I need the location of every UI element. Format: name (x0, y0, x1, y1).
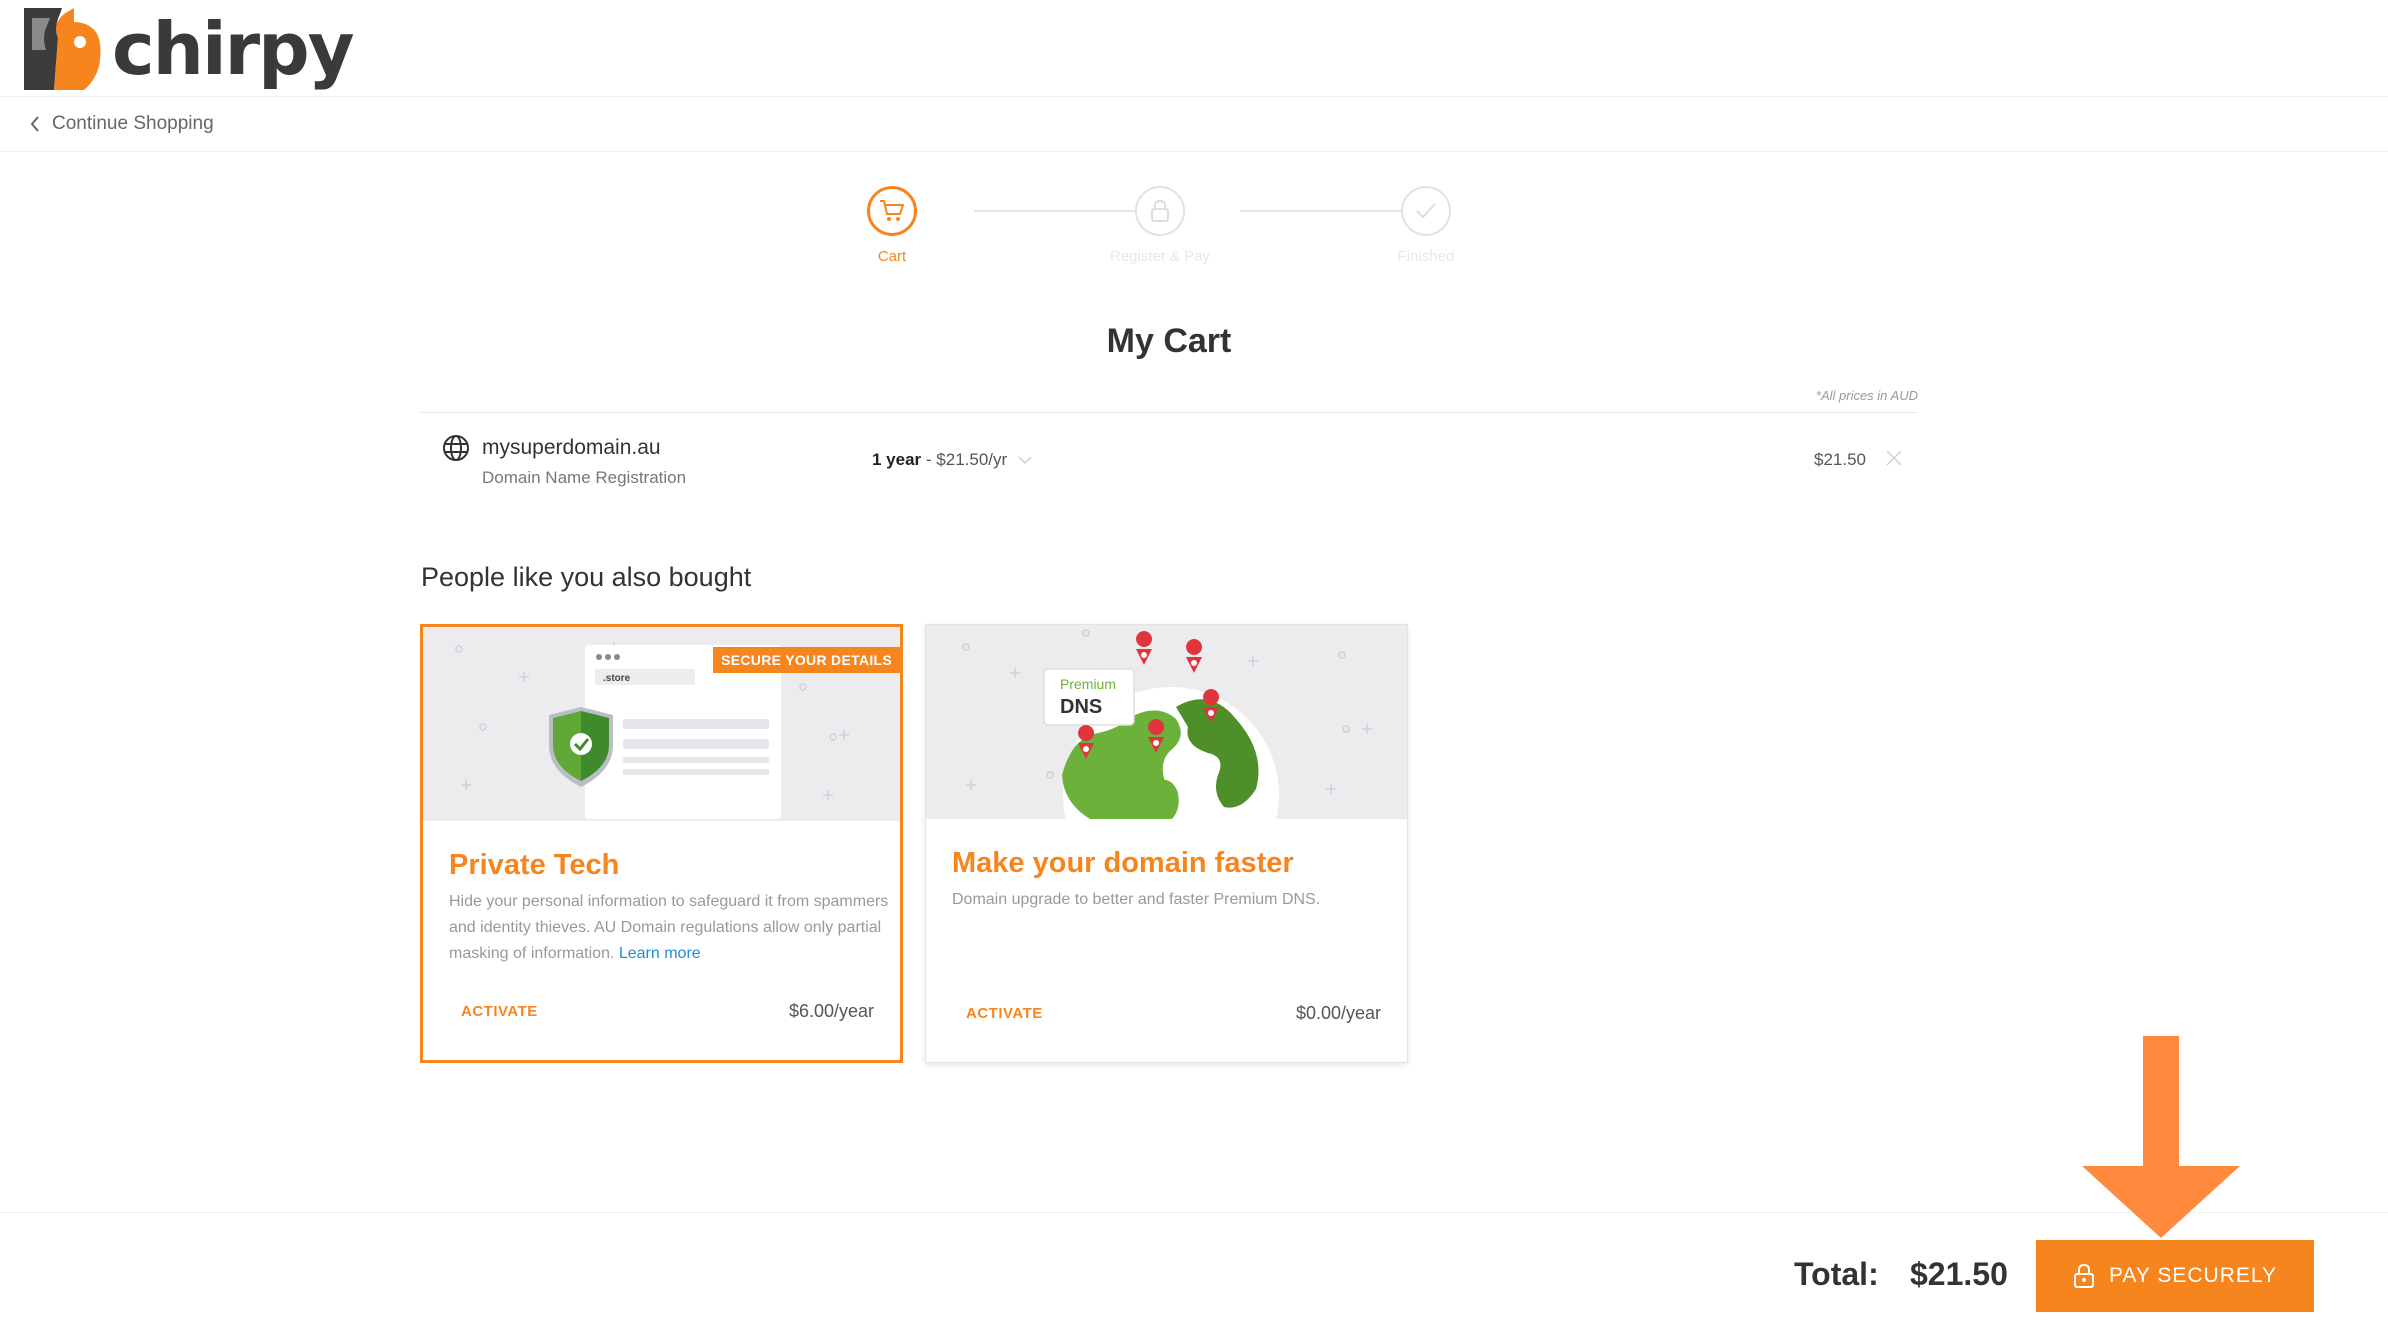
remove-item-close-icon[interactable] (1884, 448, 1904, 468)
continue-shopping-link[interactable]: Continue Shopping (30, 97, 214, 151)
step-finished-circle (1401, 186, 1451, 236)
globe-map-pins-illustration: Premium DNS (962, 629, 1372, 819)
pay-securely-button[interactable]: PAY SECURELY (2036, 1240, 2314, 1312)
card-title: Private Tech (449, 849, 620, 881)
period-value: 1 year (872, 450, 922, 469)
store-label: .store (603, 673, 631, 684)
prices-note: *All prices in AUD (1815, 388, 1918, 403)
period-rate: - $21.50/yr (921, 450, 1008, 469)
footer-divider (0, 1212, 2388, 1213)
header: chirpy (0, 0, 2388, 97)
card-description: Domain upgrade to better and faster Prem… (952, 891, 1321, 908)
cart-item: mysuperdomain.au Domain Name Registratio… (420, 414, 1918, 502)
arrow-down-icon (2082, 1036, 2240, 1238)
subnav-bar: Continue Shopping (0, 97, 2388, 152)
period-select[interactable]: 1 year - $21.50/yr (872, 450, 1033, 470)
activate-private-tech-button[interactable]: ACTIVATE (461, 1003, 538, 1020)
step-register-pay: Register & Pay (1080, 186, 1240, 265)
divider (420, 412, 1918, 413)
step-label: Finished (1397, 248, 1455, 265)
pay-securely-label: PAY SECURELY (2108, 1264, 2277, 1287)
cart-icon (880, 200, 904, 221)
activate-premium-dns-button[interactable]: ACTIVATE (966, 1005, 1043, 1022)
lock-icon (2073, 1263, 2094, 1288)
total-label: Total: (1794, 1256, 1879, 1292)
globe-icon (443, 435, 469, 461)
step-cart-circle (867, 186, 917, 236)
dns-illustration: Premium DNS (926, 625, 1407, 819)
chirpy-bird-logo-icon (24, 8, 101, 90)
page-title: My Cart (1106, 322, 1232, 360)
premium-label: Premium (1060, 676, 1116, 692)
brand-name: chirpy (112, 7, 355, 91)
upsell-card-private-tech[interactable]: .store SECURE YOUR DETAILS Private Tech … (420, 624, 903, 1063)
card-title: Make your domain faster (952, 847, 1294, 879)
upsell-card-premium-dns[interactable]: Premium DNS Make your domain faster Doma… (925, 624, 1408, 1063)
step-label: Register & Pay (1109, 248, 1211, 265)
item-type: Domain Name Registration (482, 468, 687, 487)
checkout-progress: Cart Register & Pay Finished (867, 186, 1510, 266)
card-price: $6.00/year (788, 1001, 874, 1021)
upsell-heading: People like you also bought (421, 562, 752, 592)
lock-icon (1151, 199, 1169, 222)
learn-more-link[interactable]: Learn more (619, 945, 701, 962)
domain-name: mysuperdomain.au (482, 436, 661, 459)
step-finished: Finished (1346, 186, 1506, 265)
check-icon (1416, 203, 1436, 219)
continue-shopping-label: Continue Shopping (52, 113, 214, 134)
chevron-down-icon (1018, 456, 1032, 465)
step-register-circle (1135, 186, 1185, 236)
secure-details-badge: SECURE YOUR DETAILS (713, 647, 900, 673)
dns-label: DNS (1060, 696, 1102, 718)
chirpy-logo[interactable]: chirpy (24, 7, 355, 91)
total-value: $21.50 (1910, 1256, 2008, 1292)
step-cart: Cart (812, 186, 972, 265)
card-description: Hide your personal information to safegu… (449, 889, 889, 967)
step-label: Cart (877, 248, 907, 265)
item-price: $21.50 (1814, 450, 1866, 469)
chevron-left-icon (30, 116, 39, 132)
card-price: $0.00/year (1295, 1003, 1381, 1023)
